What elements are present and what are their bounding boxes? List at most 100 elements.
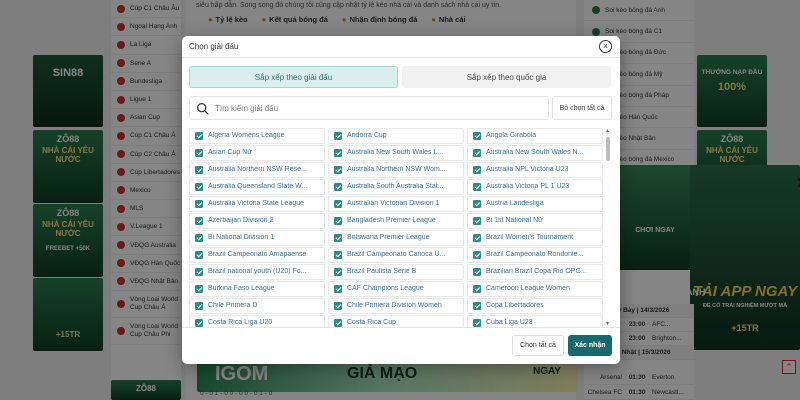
league-label: Brazil Paulista Serie B xyxy=(347,268,417,276)
checkbox-checked-icon[interactable] xyxy=(334,301,342,310)
search-input[interactable] xyxy=(215,103,535,113)
league-label: CAF Champions League xyxy=(347,285,424,293)
league-checkbox-item[interactable]: CAF Champions League xyxy=(328,281,464,297)
list-scrollbar[interactable]: ▲ ▼ xyxy=(604,128,612,327)
select-all-button[interactable]: Chọn tất cả xyxy=(512,335,564,356)
deselect-all-button[interactable]: Bỏ chọn tất cả xyxy=(552,96,612,120)
league-checkbox-item[interactable]: Australia New South Wales N... xyxy=(467,145,603,161)
league-label: Australia Queensland State W... xyxy=(208,183,308,191)
checkbox-checked-icon[interactable] xyxy=(473,182,481,191)
league-checkbox-item[interactable]: Australia Northern NSW Wom... xyxy=(328,162,464,178)
checkbox-checked-icon[interactable] xyxy=(473,165,481,174)
league-checkbox-item[interactable]: Cameroon League Women xyxy=(467,281,603,297)
league-checkbox-item[interactable]: Brazil Women's Tournament xyxy=(467,230,603,246)
checkbox-checked-icon[interactable] xyxy=(195,216,203,225)
checkbox-checked-icon[interactable] xyxy=(195,182,203,191)
league-checkbox-item[interactable]: Brazilian Brazil Copa Rio OPG... xyxy=(467,264,603,280)
league-checkbox-item[interactable]: Australia New South Wales L... xyxy=(328,145,464,161)
tab-sort-by-country[interactable]: Sắp xếp theo quốc gia xyxy=(402,66,611,88)
league-checkbox-item[interactable]: Costa Rica Cup xyxy=(328,315,464,327)
league-label: Andorra Cup xyxy=(347,132,387,140)
close-icon[interactable]: × xyxy=(599,40,612,53)
checkbox-checked-icon[interactable] xyxy=(473,233,481,242)
checkbox-checked-icon[interactable] xyxy=(195,165,203,174)
checkbox-checked-icon[interactable] xyxy=(195,284,203,293)
league-checkbox-item[interactable]: Algeria Womens League xyxy=(189,128,325,144)
scroll-thumb[interactable] xyxy=(606,137,610,161)
checkbox-checked-icon[interactable] xyxy=(195,148,203,157)
checkbox-checked-icon[interactable] xyxy=(195,318,203,327)
league-checkbox-item[interactable]: Brazil Campeonato Carioca U... xyxy=(328,247,464,263)
league-checkbox-item[interactable]: Copa Libertadores xyxy=(467,298,603,314)
league-checkbox-item[interactable]: Bỉ 1st National Nữ xyxy=(467,213,603,229)
checkbox-checked-icon[interactable] xyxy=(195,301,203,310)
checkbox-checked-icon[interactable] xyxy=(195,131,203,140)
search-icon xyxy=(196,102,209,114)
league-checkbox-item[interactable]: Asian Cup Nữ xyxy=(189,145,325,161)
checkbox-checked-icon[interactable] xyxy=(473,199,481,208)
checkbox-checked-icon[interactable] xyxy=(473,301,481,310)
checkbox-checked-icon[interactable] xyxy=(473,148,481,157)
league-checkbox-item[interactable]: Burkina Faso League xyxy=(189,281,325,297)
league-checkbox-item[interactable]: Brazil Campeonato Rondonie... xyxy=(467,247,603,263)
league-label: Australia NPL Victoria U23 xyxy=(486,166,569,174)
league-label: Cameroon League Women xyxy=(486,285,570,293)
league-checkbox-item[interactable]: Costa Rica Liga U20 xyxy=(189,315,325,327)
tab-sort-by-league[interactable]: Sắp xếp theo giải đấu xyxy=(189,66,398,88)
league-label: Bỉ National Division 1 xyxy=(208,234,275,242)
league-checkbox-item[interactable]: Australia NPL Victoria U23 xyxy=(467,162,603,178)
league-checkbox-item[interactable]: Australia Victoria State League xyxy=(189,196,325,212)
checkbox-checked-icon[interactable] xyxy=(334,250,342,259)
checkbox-checked-icon[interactable] xyxy=(473,216,481,225)
league-checkbox-item[interactable]: Chile Primera D xyxy=(189,298,325,314)
checkbox-checked-icon[interactable] xyxy=(334,216,342,225)
league-checkbox-item[interactable]: Andorra Cup xyxy=(328,128,464,144)
league-checkbox-item[interactable]: Australia Victoria PL 1 U23 xyxy=(467,179,603,195)
league-label: Cuba Liga U23 xyxy=(486,319,533,327)
league-checkbox-item[interactable]: Bangladesh Premier League xyxy=(328,213,464,229)
league-label: Brazil Campeonato Rondonie... xyxy=(486,251,584,259)
checkbox-checked-icon[interactable] xyxy=(473,284,481,293)
league-label: Costa Rica Cup xyxy=(347,319,397,327)
checkbox-checked-icon[interactable] xyxy=(334,267,342,276)
league-checkbox-item[interactable]: Australian Victorian Division 1 xyxy=(328,196,464,212)
league-checkbox-item[interactable]: Brazil Paulista Serie B xyxy=(328,264,464,280)
checkbox-checked-icon[interactable] xyxy=(195,233,203,242)
scroll-up-icon[interactable]: ▲ xyxy=(605,128,610,134)
league-checkbox-item[interactable]: Cuba Liga U23 xyxy=(467,315,603,327)
league-checkbox-item[interactable]: Angola Girabola xyxy=(467,128,603,144)
league-checkbox-item[interactable]: Australia South Australia Stat... xyxy=(328,179,464,195)
checkbox-checked-icon[interactable] xyxy=(473,131,481,140)
confirm-button[interactable]: Xác nhận xyxy=(568,335,612,356)
league-label: Brazil Campeonato Amapaense xyxy=(208,251,307,259)
checkbox-checked-icon[interactable] xyxy=(334,131,342,140)
checkbox-checked-icon[interactable] xyxy=(195,250,203,259)
league-grid: Algeria Womens League Andorra Cup Angola G… xyxy=(189,128,612,327)
league-list: Algeria Womens League Andorra Cup Angola G… xyxy=(189,128,612,327)
checkbox-checked-icon[interactable] xyxy=(473,250,481,259)
checkbox-checked-icon[interactable] xyxy=(334,148,342,157)
league-checkbox-item[interactable]: Chile Primera Division Women xyxy=(328,298,464,314)
checkbox-checked-icon[interactable] xyxy=(334,284,342,293)
checkbox-checked-icon[interactable] xyxy=(473,318,481,327)
league-label: Burkina Faso League xyxy=(208,285,275,293)
league-checkbox-item[interactable]: Bỉ National Division 1 xyxy=(189,230,325,246)
league-checkbox-item[interactable]: Azerbaijan Division 2 xyxy=(189,213,325,229)
checkbox-checked-icon[interactable] xyxy=(334,199,342,208)
league-checkbox-item[interactable]: Australia Northern NSW Rese... xyxy=(189,162,325,178)
league-checkbox-item[interactable]: Australia Queensland State W... xyxy=(189,179,325,195)
checkbox-checked-icon[interactable] xyxy=(473,267,481,276)
league-label: Brazil Women's Tournament xyxy=(486,234,574,242)
league-checkbox-item[interactable]: Austria Landesliga xyxy=(467,196,603,212)
checkbox-checked-icon[interactable] xyxy=(334,318,342,327)
league-checkbox-item[interactable]: Brazil national youth (U20) Fo... xyxy=(189,264,325,280)
checkbox-checked-icon[interactable] xyxy=(334,182,342,191)
checkbox-checked-icon[interactable] xyxy=(195,267,203,276)
league-label: Brazil national youth (U20) Fo... xyxy=(208,268,307,276)
league-label: Australia New South Wales L... xyxy=(347,149,444,157)
checkbox-checked-icon[interactable] xyxy=(334,165,342,174)
league-checkbox-item[interactable]: Botswana Premier League xyxy=(328,230,464,246)
league-checkbox-item[interactable]: Brazil Campeonato Amapaense xyxy=(189,247,325,263)
checkbox-checked-icon[interactable] xyxy=(195,199,203,208)
checkbox-checked-icon[interactable] xyxy=(334,233,342,242)
